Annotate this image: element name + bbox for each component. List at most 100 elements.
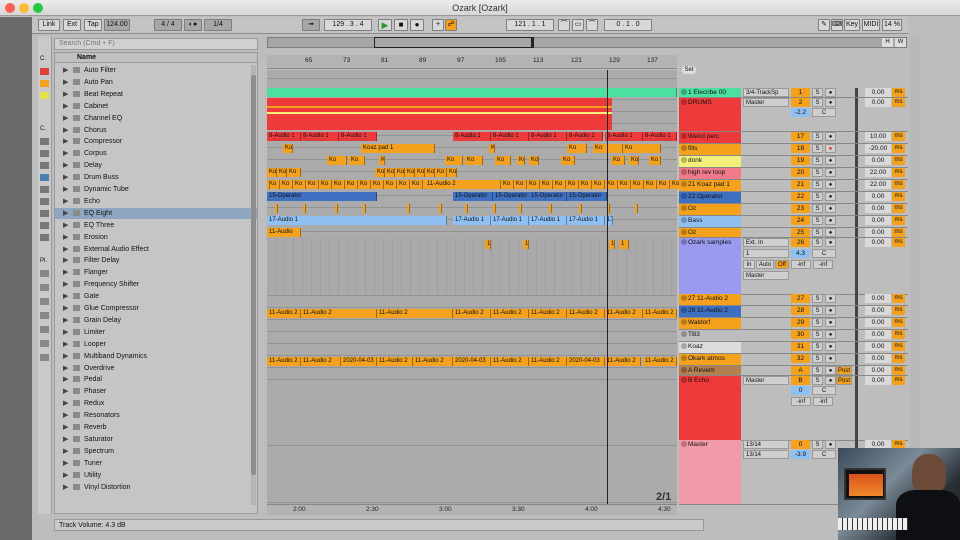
quantization-select[interactable]: 1/4	[204, 19, 232, 31]
delay-ms-field[interactable]: ms	[892, 318, 905, 327]
expand-triangle-icon[interactable]: ▶	[63, 351, 73, 362]
expand-triangle-icon[interactable]: ▶	[63, 291, 73, 302]
punch-in-icon[interactable]: ⌒	[558, 19, 570, 31]
return-pan-value[interactable]: 0	[791, 386, 810, 395]
browser-item[interactable]: ▶ Gate	[55, 291, 257, 302]
zoom-window-icon[interactable]	[33, 3, 43, 13]
track-header[interactable]: Okark atmos	[679, 354, 741, 365]
browser-item[interactable]: ▶ Multiband Dynamics	[55, 351, 257, 362]
track-activator[interactable]: 27	[791, 294, 810, 303]
audio-clip[interactable]: 11-Audio 2	[267, 357, 301, 366]
volume-field[interactable]: 0.00	[865, 342, 891, 351]
track-header[interactable]: donk	[679, 156, 741, 167]
browser-item[interactable]: ▶ Utility	[55, 470, 257, 481]
track-fold-icon[interactable]	[681, 169, 687, 175]
close-window-icon[interactable]	[5, 3, 15, 13]
browser-item[interactable]: ▶ Redux	[55, 398, 257, 409]
volume-field[interactable]: 0.00	[865, 192, 891, 201]
send-a-value[interactable]: 4.3	[791, 249, 810, 258]
audio-clip[interactable]: 8-Audio 1	[339, 132, 377, 141]
track-activator[interactable]: 29	[791, 318, 810, 327]
overview-h-button[interactable]: H	[882, 38, 893, 47]
track-lane[interactable]	[267, 368, 677, 380]
delay-ms-field[interactable]: ms	[892, 342, 905, 351]
delay-ms-field[interactable]: ms	[892, 156, 905, 165]
delay-ms-field[interactable]: ms	[892, 144, 905, 153]
audio-clip[interactable]: 17-Audio 1	[567, 216, 605, 225]
browser-item[interactable]: ▶ Frequency Shifter	[55, 279, 257, 290]
expand-triangle-icon[interactable]: ▶	[63, 196, 73, 207]
delay-ms-field[interactable]: ms	[892, 180, 905, 189]
drums-group-clip[interactable]	[267, 98, 612, 130]
audio-clip[interactable]: Ko	[592, 180, 605, 189]
audio-clip[interactable]: Ko	[529, 156, 539, 165]
audio-clip[interactable]: Ko	[489, 144, 495, 153]
arm-button[interactable]: ●	[825, 228, 836, 237]
places-folder-icon-3[interactable]	[40, 298, 49, 305]
audio-clip[interactable]: Ko	[629, 156, 639, 165]
browser-item[interactable]: ▶ Resonators	[55, 410, 257, 421]
volume-field[interactable]: 22.00	[865, 180, 891, 189]
track-header[interactable]: 21 Koaz pad 1	[679, 180, 741, 191]
plugins-icon[interactable]	[40, 210, 49, 217]
track-header[interactable]: Koaz	[679, 342, 741, 353]
arrangement-overview[interactable]: H W	[267, 37, 907, 48]
audio-clip[interactable]: Ko	[267, 168, 277, 177]
send-b-inf[interactable]: -inf	[813, 260, 833, 269]
browser-item[interactable]: ▶ Reverb	[55, 422, 257, 433]
arm-button[interactable]: ●	[825, 440, 836, 449]
expand-triangle-icon[interactable]: ▶	[63, 244, 73, 255]
output-routing-select[interactable]: Master	[743, 271, 789, 280]
volume-field[interactable]: 0.00	[865, 204, 891, 213]
arm-button[interactable]: ●	[825, 294, 836, 303]
track-activator[interactable]: 0	[791, 440, 810, 449]
arm-button[interactable]: ●	[825, 98, 836, 107]
audio-clip[interactable]: 11-Audio 2	[413, 357, 453, 366]
audio-clip[interactable]: 11-Audio 2	[377, 309, 453, 318]
expand-triangle-icon[interactable]: ▶	[63, 89, 73, 100]
browser-item[interactable]: ▶ Glue Compressor	[55, 303, 257, 314]
browser-scrollbar[interactable]	[251, 65, 256, 505]
track-fold-icon[interactable]	[681, 307, 687, 313]
expand-triangle-icon[interactable]: ▶	[63, 148, 73, 159]
arm-button[interactable]: ●	[825, 318, 836, 327]
audio-clip[interactable]: 17-Audio 1	[267, 216, 447, 225]
browser-item[interactable]: ▶ Auto Filter	[55, 65, 257, 76]
audio-clip[interactable]: Ko	[306, 180, 319, 189]
track-fold-icon[interactable]	[681, 355, 687, 361]
audio-clip[interactable]: 11-Audio 2	[605, 309, 643, 318]
arm-button[interactable]: ●	[825, 366, 836, 375]
track-header[interactable]: Waldorf	[679, 318, 741, 329]
loop-start-field[interactable]: 121 . 1 . 1	[506, 19, 554, 31]
track-activator[interactable]: 18	[791, 144, 810, 153]
clips-icon[interactable]	[40, 222, 49, 229]
expand-triangle-icon[interactable]: ▶	[63, 232, 73, 243]
places-folder-icon-5[interactable]	[40, 326, 49, 333]
audio-clip[interactable]: 11-Audio 2	[453, 309, 491, 318]
track-lane[interactable]	[267, 446, 677, 503]
audio-clip[interactable]	[267, 180, 270, 189]
arm-button[interactable]: ●	[825, 216, 836, 225]
audio-clip[interactable]: Ko	[445, 156, 463, 165]
solo-button[interactable]: S	[812, 238, 823, 247]
audio-clip[interactable]: Ko	[540, 180, 553, 189]
expand-triangle-icon[interactable]: ▶	[63, 386, 73, 397]
solo-button[interactable]: S	[812, 216, 823, 225]
arm-button[interactable]: ●	[825, 238, 836, 247]
return-inf-b[interactable]: -inf	[813, 397, 833, 406]
track-lane[interactable]	[267, 332, 677, 344]
track-lane[interactable]	[267, 320, 677, 332]
pan-field[interactable]: -2.2	[791, 108, 810, 117]
track-header[interactable]: 27 11-Audio 2	[679, 294, 741, 305]
track-activator[interactable]: 31	[791, 342, 810, 351]
input-channel-select[interactable]: 1	[743, 249, 789, 258]
browser-name-header[interactable]: Name	[55, 53, 257, 63]
audio-clip[interactable]: Ko	[415, 168, 425, 177]
audio-clip[interactable]: Ko	[371, 180, 384, 189]
track-fold-icon[interactable]	[681, 377, 687, 383]
track-routing-select[interactable]: Master	[743, 98, 789, 107]
samples-icon[interactable]	[40, 234, 49, 241]
audio-clip[interactable]: 11-Audio 2	[491, 309, 529, 318]
browser-item[interactable]: ▶ Saturator	[55, 434, 257, 445]
track-header[interactable]: 1 Elecribe 00	[679, 88, 741, 97]
